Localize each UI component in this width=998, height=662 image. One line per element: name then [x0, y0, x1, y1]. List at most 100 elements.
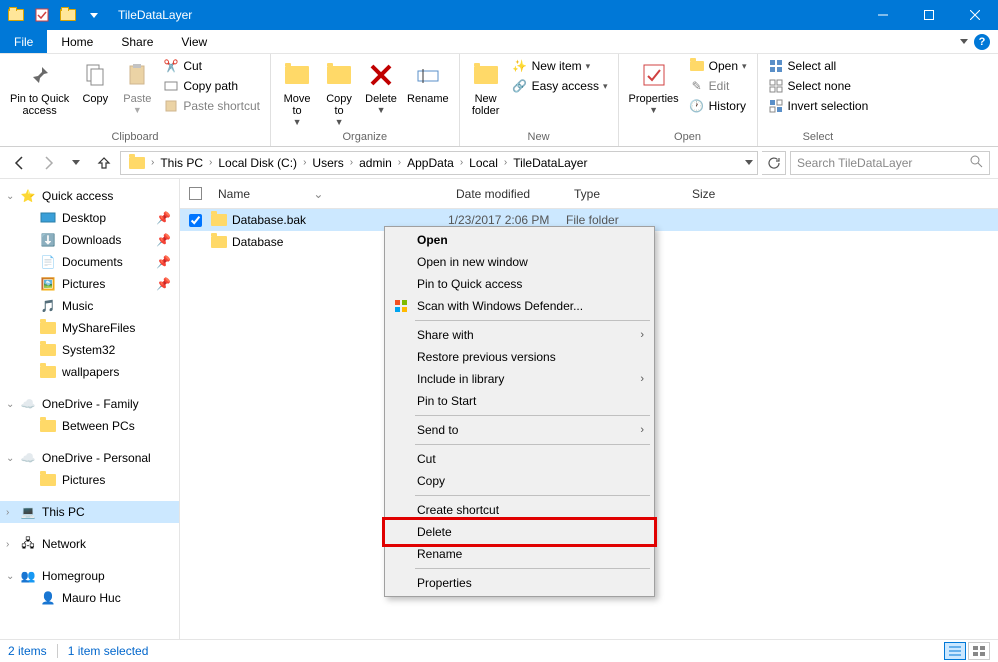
search-input[interactable]: Search TileDataLayer — [790, 151, 990, 175]
new-item-button[interactable]: ✨New item ▾ — [508, 56, 612, 76]
tree-onedrive-personal[interactable]: ⌄☁️OneDrive - Personal — [0, 447, 179, 469]
new-folder-button[interactable]: New folder — [466, 56, 506, 120]
cm-pin-start[interactable]: Pin to Start — [387, 390, 652, 412]
crumb-tiledatalayer[interactable]: TileDataLayer — [509, 156, 591, 170]
tree-this-pc[interactable]: ›💻This PC — [0, 501, 179, 523]
crumb-admin[interactable]: admin — [355, 156, 396, 170]
homegroup-icon: 👥 — [20, 568, 36, 584]
forward-button[interactable] — [36, 151, 60, 175]
tree-network[interactable]: ›🖧Network — [0, 533, 179, 555]
minimize-ribbon-icon[interactable] — [960, 39, 968, 44]
tab-file[interactable]: File — [0, 30, 47, 53]
tree-homegroup[interactable]: ⌄👥Homegroup — [0, 565, 179, 587]
tree-quick-access[interactable]: ⌄⭐Quick access — [0, 185, 179, 207]
up-button[interactable] — [92, 151, 116, 175]
tree-downloads[interactable]: ⬇️Downloads📌 — [0, 229, 179, 251]
qat-dropdown-icon[interactable] — [84, 5, 104, 25]
select-none-button[interactable]: Select none — [764, 76, 873, 96]
move-to-button[interactable]: Move to▼ — [277, 56, 317, 130]
edit-button[interactable]: ✎Edit — [685, 76, 751, 96]
cm-rename[interactable]: Rename — [387, 543, 652, 565]
column-date[interactable]: Date modified — [448, 187, 566, 201]
tree-music[interactable]: 🎵Music — [0, 295, 179, 317]
pin-icon: 📌 — [156, 211, 171, 225]
qat-properties-icon[interactable] — [32, 5, 52, 25]
address-dropdown-icon[interactable] — [745, 160, 753, 165]
tree-user[interactable]: 👤Mauro Huc — [0, 587, 179, 609]
crumb-thispc[interactable]: This PC — [156, 156, 207, 170]
cm-share-with[interactable]: Share with› — [387, 324, 652, 346]
cm-open-new-window[interactable]: Open in new window — [387, 251, 652, 273]
rename-button[interactable]: Rename — [403, 56, 453, 108]
crumb-users[interactable]: Users — [308, 156, 347, 170]
network-icon: 🖧 — [20, 536, 36, 552]
tree-od-pictures[interactable]: Pictures — [0, 469, 179, 491]
paste-button[interactable]: Paste ▼ — [117, 56, 157, 118]
tree-myshare[interactable]: MyShareFiles — [0, 317, 179, 339]
tree-desktop[interactable]: Desktop📌 — [0, 207, 179, 229]
history-button[interactable]: 🕐History — [685, 96, 751, 116]
tree-between-pcs[interactable]: Between PCs — [0, 415, 179, 437]
cm-restore-versions[interactable]: Restore previous versions — [387, 346, 652, 368]
tab-share[interactable]: Share — [107, 30, 167, 53]
thumbnails-view-button[interactable] — [968, 642, 990, 660]
tab-view[interactable]: View — [167, 30, 221, 53]
cut-button[interactable]: ✂️Cut — [159, 56, 264, 76]
chevron-right-icon: › — [640, 373, 644, 385]
cm-send-to[interactable]: Send to› — [387, 419, 652, 441]
refresh-button[interactable] — [762, 151, 786, 175]
open-button[interactable]: Open ▾ — [685, 56, 751, 76]
easy-access-icon: 🔗 — [512, 78, 528, 94]
breadcrumb-root-icon[interactable] — [125, 157, 149, 169]
cm-scan-defender[interactable]: Scan with Windows Defender... — [387, 295, 652, 317]
select-all-checkbox[interactable] — [189, 187, 202, 200]
tree-system32[interactable]: System32 — [0, 339, 179, 361]
row-checkbox[interactable] — [189, 214, 202, 227]
select-all-button[interactable]: Select all — [764, 56, 873, 76]
recent-locations-button[interactable] — [64, 151, 88, 175]
cm-include-library[interactable]: Include in library› — [387, 368, 652, 390]
delete-button[interactable]: Delete▼ — [361, 56, 401, 118]
pin-quick-access-button[interactable]: Pin to Quick access — [6, 56, 73, 120]
cm-open[interactable]: Open — [387, 229, 652, 251]
qat-newfolder-icon[interactable] — [58, 5, 78, 25]
cm-delete[interactable]: Delete — [387, 521, 652, 543]
cm-pin-quick-access[interactable]: Pin to Quick access — [387, 273, 652, 295]
tree-wallpapers[interactable]: wallpapers — [0, 361, 179, 383]
tree-pictures[interactable]: 🖼️Pictures📌 — [0, 273, 179, 295]
cm-create-shortcut[interactable]: Create shortcut — [387, 499, 652, 521]
column-size[interactable]: Size — [684, 187, 754, 201]
close-button[interactable] — [952, 0, 998, 30]
paste-shortcut-button[interactable]: Paste shortcut — [159, 96, 264, 116]
folder-icon — [40, 418, 56, 434]
column-type[interactable]: Type — [566, 187, 684, 201]
easy-access-button[interactable]: 🔗Easy access ▾ — [508, 76, 612, 96]
address-bar[interactable]: › This PC› Local Disk (C:)› Users› admin… — [120, 151, 758, 175]
navigation-pane[interactable]: ⌄⭐Quick access Desktop📌 ⬇️Downloads📌 📄Do… — [0, 179, 180, 639]
minimize-button[interactable] — [860, 0, 906, 30]
cm-cut[interactable]: Cut — [387, 448, 652, 470]
crumb-c[interactable]: Local Disk (C:) — [214, 156, 301, 170]
properties-button[interactable]: Properties▼ — [625, 56, 683, 118]
copy-path-button[interactable]: Copy path — [159, 76, 264, 96]
crumb-local[interactable]: Local — [465, 156, 502, 170]
copy-to-button[interactable]: Copy to▼ — [319, 56, 359, 130]
column-name[interactable]: Name ⌄ — [210, 187, 448, 201]
new-folder-icon — [470, 59, 502, 91]
help-icon[interactable]: ? — [974, 34, 990, 50]
tab-home[interactable]: Home — [47, 30, 107, 53]
tree-onedrive-family[interactable]: ⌄☁️OneDrive - Family — [0, 393, 179, 415]
file-date: 1/23/2017 2:06 PM — [448, 213, 566, 227]
copy-button[interactable]: Copy — [75, 56, 115, 108]
details-view-button[interactable] — [944, 642, 966, 660]
maximize-button[interactable] — [906, 0, 952, 30]
invert-selection-button[interactable]: Invert selection — [764, 96, 873, 116]
file-type: File folder — [566, 213, 684, 227]
tree-documents[interactable]: 📄Documents📌 — [0, 251, 179, 273]
chevron-right-icon[interactable]: › — [149, 157, 156, 168]
folder-icon — [40, 342, 56, 358]
cm-copy[interactable]: Copy — [387, 470, 652, 492]
back-button[interactable] — [8, 151, 32, 175]
cm-properties[interactable]: Properties — [387, 572, 652, 594]
crumb-appdata[interactable]: AppData — [403, 156, 458, 170]
